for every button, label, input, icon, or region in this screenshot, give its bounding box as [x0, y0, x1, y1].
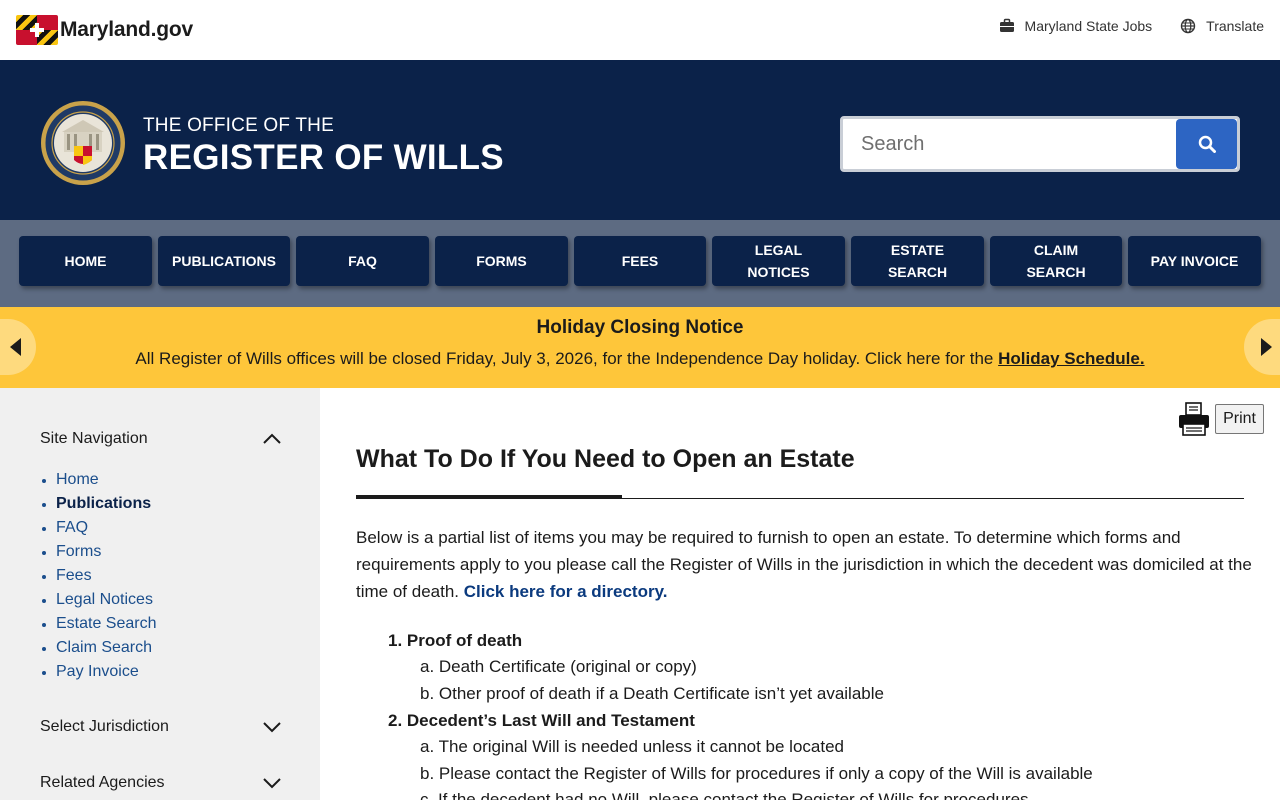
maryland-gov-logo[interactable]: Maryland.gov [16, 15, 193, 45]
nav-estate-search[interactable]: ESTATE SEARCH [851, 236, 984, 286]
page-title: What To Do If You Need to Open an Estate [356, 445, 855, 473]
nav-faq[interactable]: FAQ [296, 236, 429, 286]
maryland-gov-text: Maryland.gov [60, 18, 193, 41]
sidebar: Site Navigation Home Publications FAQ Fo… [0, 388, 320, 800]
arrow-right-icon [1260, 338, 1272, 356]
main-navigation: HOME PUBLICATIONS FAQ FORMS FEES LEGAL NO… [0, 220, 1280, 307]
holiday-alert-banner: Holiday Closing Notice All Register of W… [0, 307, 1280, 388]
search-input[interactable] [843, 119, 1175, 169]
list-item: b. Please contact the Register of Wills … [420, 763, 1093, 783]
sidebar-item-publications[interactable]: Publications [56, 492, 157, 516]
list-item: b. Other proof of death if a Death Certi… [420, 683, 884, 703]
sidebar-item-fees[interactable]: Fees [56, 564, 157, 588]
nav-claim-search[interactable]: CLAIM SEARCH [990, 236, 1122, 286]
alert-body: All Register of Wills offices will be cl… [135, 349, 1145, 368]
nav-publications[interactable]: PUBLICATIONS [158, 236, 290, 286]
chevron-down-icon[interactable] [262, 721, 282, 733]
related-agencies-heading[interactable]: Related Agencies [40, 774, 165, 792]
sidebar-item-claim-search[interactable]: Claim Search [56, 636, 157, 660]
sidebar-item-faq[interactable]: FAQ [56, 516, 157, 540]
site-header: THE OFFICE OF THE REGISTER OF WILLS [0, 60, 1280, 220]
print-button[interactable]: Print [1215, 404, 1264, 434]
site-navigation-heading[interactable]: Site Navigation [40, 430, 148, 448]
title-divider-accent [356, 495, 622, 499]
directory-link[interactable]: Click here for a directory. [464, 582, 668, 601]
chevron-up-icon[interactable] [262, 433, 282, 445]
office-title[interactable]: REGISTER OF WILLS [143, 138, 504, 178]
list-item: a. Death Certificate (original or copy) [420, 657, 697, 676]
site-navigation-list: Home Publications FAQ Forms Fees Legal N… [56, 468, 157, 684]
search-icon [1198, 135, 1216, 153]
nav-forms[interactable]: FORMS [435, 236, 568, 286]
state-jobs-link[interactable]: Maryland State Jobs [999, 18, 1153, 34]
sidebar-item-home[interactable]: Home [56, 468, 157, 492]
sidebar-item-legal-notices[interactable]: Legal Notices [56, 588, 157, 612]
main-content: Print What To Do If You Need to Open an … [320, 388, 1280, 800]
nav-pay-invoice[interactable]: PAY INVOICE [1128, 236, 1261, 286]
nav-fees[interactable]: FEES [574, 236, 706, 286]
printer-icon[interactable] [1177, 402, 1211, 436]
register-of-wills-seal-icon[interactable] [40, 100, 126, 186]
nav-home[interactable]: HOME [19, 236, 152, 286]
translate-link[interactable]: Translate [1180, 18, 1264, 34]
list-item: c. If the decedent had no Will, please c… [420, 790, 1029, 800]
nav-legal-notices[interactable]: LEGAL NOTICES [712, 236, 845, 286]
utility-bar: Maryland.gov Maryland State Jobs Transla… [0, 0, 1280, 60]
print-control: Print [1177, 402, 1264, 436]
alert-title: Holiday Closing Notice [536, 317, 744, 338]
list-item: a. The original Will is needed unless it… [420, 737, 844, 756]
globe-icon [1180, 18, 1196, 34]
state-jobs-label: Maryland State Jobs [1024, 18, 1153, 34]
translate-label: Translate [1206, 18, 1264, 34]
sidebar-item-pay-invoice[interactable]: Pay Invoice [56, 660, 157, 684]
office-subtitle: THE OFFICE OF THE [143, 115, 334, 136]
search-box [840, 116, 1240, 172]
briefcase-icon [999, 18, 1014, 32]
select-jurisdiction-heading[interactable]: Select Jurisdiction [40, 718, 169, 736]
holiday-schedule-link[interactable]: Holiday Schedule. [998, 349, 1144, 368]
maryland-flag-icon [16, 15, 58, 45]
sidebar-item-forms[interactable]: Forms [56, 540, 157, 564]
step-heading: 1. Proof of death [388, 631, 523, 650]
sidebar-item-estate-search[interactable]: Estate Search [56, 612, 157, 636]
step-heading: 2. Decedent’s Last Will and Testament [388, 711, 695, 730]
steps-list: 1. Proof of death a. Death Certificate (… [388, 627, 1093, 800]
chevron-down-icon[interactable] [262, 777, 282, 789]
search-button[interactable] [1176, 119, 1237, 169]
intro-paragraph: Below is a partial list of items you may… [356, 528, 1252, 601]
